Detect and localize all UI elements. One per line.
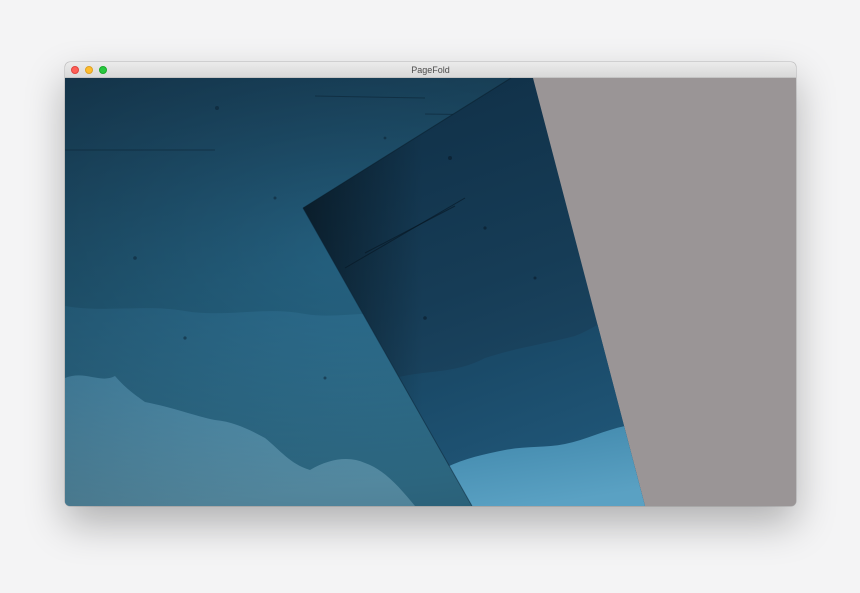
app-window: PageFold — [65, 62, 796, 506]
window-title: PageFold — [411, 65, 450, 75]
page-fold-canvas[interactable] — [65, 78, 796, 506]
title-bar[interactable]: PageFold — [65, 62, 796, 78]
